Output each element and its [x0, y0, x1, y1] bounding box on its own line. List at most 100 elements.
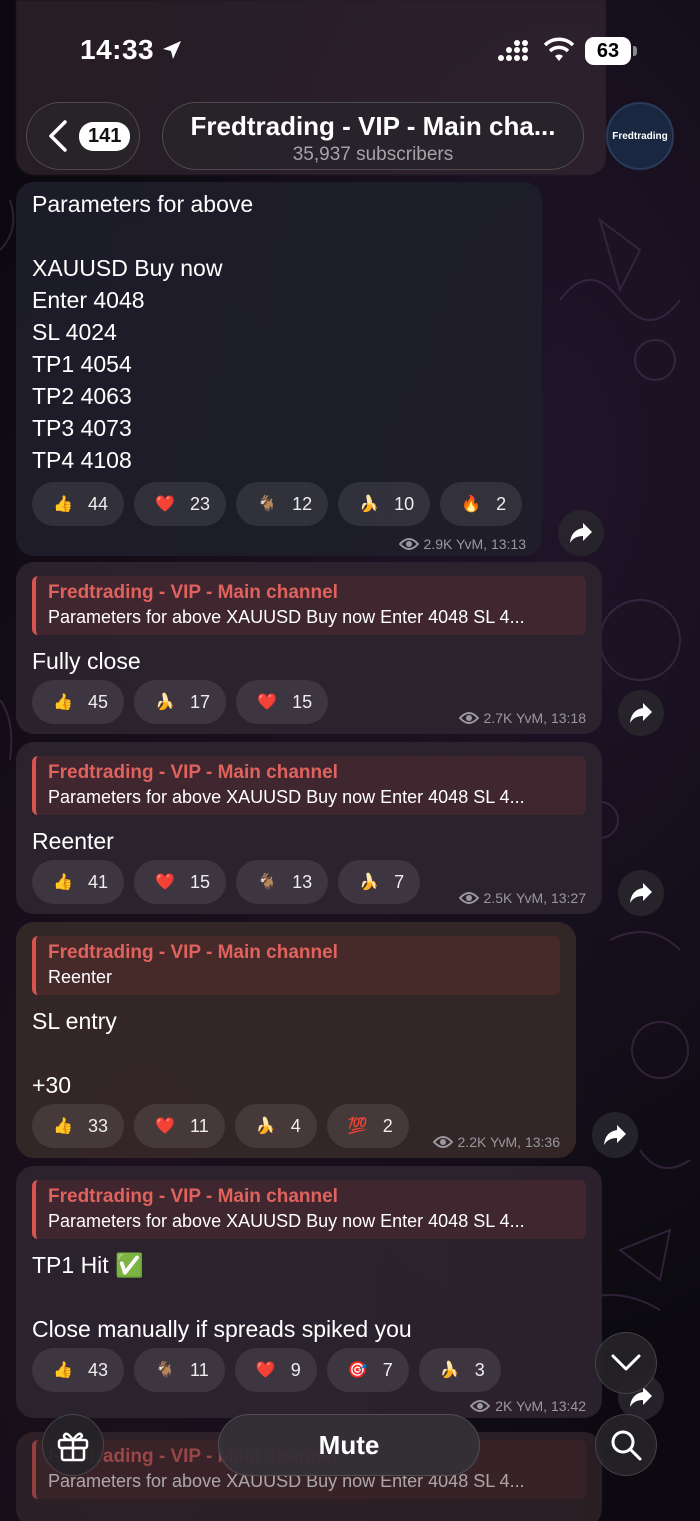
- reaction-count: 43: [88, 1359, 109, 1380]
- views-and-time: 2.7K YvM, 13:18: [483, 710, 586, 726]
- reaction-heart[interactable]: ❤️ 15: [134, 860, 227, 904]
- share-arrow-icon: [630, 703, 652, 723]
- message-meta: 2.2K YvM, 13:36: [432, 1134, 560, 1150]
- reaction-count: 7: [382, 1359, 393, 1380]
- chevron-down-icon: [611, 1354, 641, 1371]
- search-button[interactable]: [595, 1414, 657, 1476]
- reactions-row: 👍 44 ❤️ 23 🐐 12 🍌 10 🔥 2: [32, 482, 523, 526]
- status-time: 14:33: [80, 34, 155, 65]
- message-text: Fully close: [32, 648, 141, 674]
- reaction-heart[interactable]: ❤️ 11: [134, 1104, 225, 1148]
- forward-button[interactable]: [618, 690, 664, 736]
- gift-button[interactable]: [42, 1414, 104, 1476]
- message-meta: 2.9K YvM, 13:13: [398, 536, 526, 552]
- reaction-count: 11: [190, 1115, 209, 1136]
- message-text: Reenter: [32, 828, 114, 854]
- message-text: SL entry +30: [32, 1008, 117, 1098]
- reactions-row: 👍 43 🐐 11 ❤️ 9 🎯 7 🍌 3: [32, 1348, 501, 1392]
- reaction-fire[interactable]: 🔥 2: [440, 482, 523, 526]
- channel-avatar[interactable]: Fredtrading: [606, 102, 674, 170]
- reaction-heart[interactable]: ❤️ 9: [234, 1348, 317, 1392]
- reply-preview[interactable]: Fredtrading - VIP - Main channel Reenter: [32, 936, 560, 995]
- mute-button[interactable]: Mute: [218, 1414, 480, 1476]
- thumbs-up-icon: 👍: [53, 694, 73, 711]
- heart-icon: ❤️: [155, 496, 175, 513]
- heart-icon: ❤️: [155, 874, 175, 891]
- views-and-time: 2K YvM, 13:42: [495, 1398, 586, 1414]
- hundred-points-icon: 💯: [347, 1118, 368, 1135]
- reaction-heart[interactable]: ❤️ 15: [236, 680, 329, 724]
- reaction-hundred[interactable]: 💯 2: [326, 1104, 409, 1148]
- goat-icon: 🐐: [155, 1362, 175, 1379]
- reaction-target[interactable]: 🎯 7: [326, 1348, 409, 1392]
- reactions-row: 👍 45 🍌 17 ❤️ 15: [32, 680, 329, 724]
- reaction-thumbs-up[interactable]: 👍 33: [32, 1104, 125, 1148]
- reaction-count: 23: [190, 493, 211, 514]
- reaction-goat[interactable]: 🐐 11: [134, 1348, 225, 1392]
- views-eye-icon: [398, 538, 419, 550]
- reply-text: Parameters for above XAUUSD Buy now Ente…: [48, 787, 525, 807]
- reaction-thumbs-up[interactable]: 👍 43: [32, 1348, 125, 1392]
- scroll-to-bottom-button[interactable]: [595, 1332, 657, 1394]
- views-eye-icon: [458, 892, 479, 904]
- channel-title-button[interactable]: Fredtrading - VIP - Main cha... 35,937 s…: [162, 102, 584, 170]
- message-bubble: Fredtrading - VIP - Main channel Paramet…: [16, 742, 602, 914]
- reaction-banana[interactable]: 🍌 7: [338, 860, 421, 904]
- reply-title: Fredtrading - VIP - Main channel: [48, 942, 338, 963]
- subscriber-count: 35,937 subscribers: [292, 144, 454, 165]
- reaction-banana[interactable]: 🍌 10: [338, 482, 431, 526]
- status-bar: 14:33 63: [0, 0, 700, 100]
- wifi-icon: [543, 37, 575, 61]
- chat-header: 141 Fredtrading - VIP - Main cha... 35,9…: [0, 102, 700, 174]
- banana-icon: 🍌: [155, 694, 175, 711]
- reaction-count: 12: [292, 493, 313, 514]
- message-bubble: Parameters for above XAUUSD Buy now Ente…: [16, 182, 542, 556]
- reaction-heart[interactable]: ❤️ 23: [134, 482, 227, 526]
- reaction-count: 44: [88, 493, 109, 514]
- thumbs-up-icon: 👍: [53, 1118, 73, 1135]
- reaction-goat[interactable]: 🐐 13: [236, 860, 329, 904]
- views-eye-icon: [458, 712, 479, 724]
- views-and-time: 2.9K YvM, 13:13: [423, 536, 526, 552]
- location-arrow-icon: [163, 41, 181, 59]
- forward-button[interactable]: [558, 510, 604, 556]
- reply-text: Reenter: [48, 967, 113, 987]
- reply-title: Fredtrading - VIP - Main channel: [48, 582, 338, 603]
- reply-preview[interactable]: Fredtrading - VIP - Main channel Paramet…: [32, 756, 586, 815]
- reaction-thumbs-up[interactable]: 👍 44: [32, 482, 125, 526]
- share-arrow-icon: [604, 1125, 626, 1145]
- reply-preview[interactable]: Fredtrading - VIP - Main channel Paramet…: [32, 1180, 586, 1239]
- reply-preview[interactable]: Fredtrading - VIP - Main channel Paramet…: [32, 576, 586, 635]
- reaction-count: 13: [292, 871, 313, 892]
- forward-button[interactable]: [592, 1112, 638, 1158]
- goat-icon: 🐐: [257, 496, 278, 513]
- reaction-goat[interactable]: 🐐 12: [236, 482, 329, 526]
- reaction-banana[interactable]: 🍌 3: [418, 1348, 501, 1392]
- reply-text: Parameters for above XAUUSD Buy now Ente…: [48, 1211, 525, 1231]
- thumbs-up-icon: 👍: [53, 1362, 73, 1379]
- reaction-banana[interactable]: 🍌 4: [234, 1104, 317, 1148]
- message-meta: 2.7K YvM, 13:18: [458, 710, 586, 726]
- thumbs-up-icon: 👍: [53, 874, 73, 891]
- battery-icon: 63: [585, 37, 637, 65]
- reaction-count: 9: [290, 1359, 301, 1380]
- gift-icon: [57, 1432, 89, 1462]
- heart-icon: ❤️: [257, 694, 278, 711]
- chevron-left-icon: [49, 120, 67, 152]
- back-button[interactable]: 141: [26, 102, 140, 170]
- reaction-thumbs-up[interactable]: 👍 45: [32, 680, 125, 724]
- fire-icon: 🔥: [461, 496, 482, 513]
- message-meta: 2.5K YvM, 13:27: [458, 890, 586, 906]
- views-eye-icon: [432, 1136, 453, 1148]
- views-and-time: 2.5K YvM, 13:27: [483, 890, 586, 906]
- views-and-time: 2.2K YvM, 13:36: [457, 1134, 560, 1150]
- reply-title: Fredtrading - VIP - Main channel: [48, 1186, 338, 1207]
- reaction-count: 15: [190, 871, 211, 892]
- views-eye-icon: [470, 1400, 491, 1412]
- reaction-count: 41: [88, 871, 109, 892]
- reaction-thumbs-up[interactable]: 👍 41: [32, 860, 125, 904]
- battery-level: 63: [585, 37, 631, 65]
- target-icon: 🎯: [347, 1362, 368, 1379]
- forward-button[interactable]: [618, 870, 664, 916]
- reaction-banana[interactable]: 🍌 17: [134, 680, 227, 724]
